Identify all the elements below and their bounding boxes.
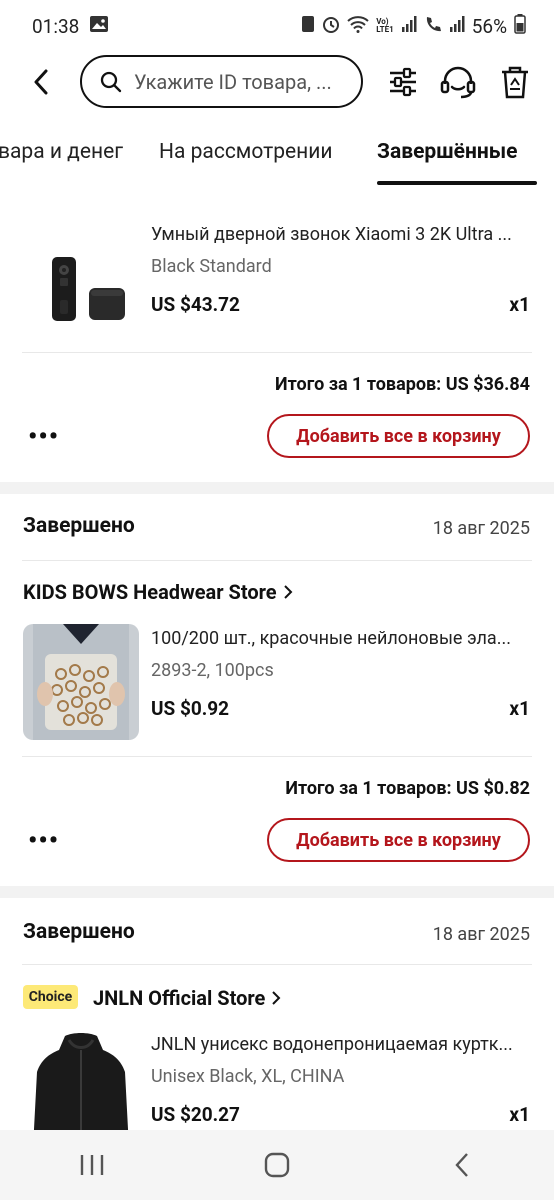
order-status: Завершено	[23, 920, 135, 944]
divider	[22, 352, 532, 353]
product-thumbnail[interactable]	[23, 1032, 139, 1130]
status-time: 01:38	[32, 14, 80, 38]
order-card: Завершено 18 авг 2025 KIDS BOWS Headwear…	[0, 494, 554, 886]
system-navigation-bar	[0, 1130, 554, 1200]
search-input[interactable]: Укажите ID товара, ...	[80, 55, 363, 108]
order-status: Завершено	[23, 514, 135, 538]
alarm-icon	[322, 15, 340, 38]
back-arrow-icon	[34, 69, 48, 95]
product-price: US $0.92	[151, 697, 230, 720]
back-chevron-icon	[455, 1153, 468, 1177]
divider	[22, 756, 532, 757]
divider	[22, 560, 532, 561]
add-all-to-cart-button[interactable]: Добавить все в корзину	[267, 414, 530, 458]
order-date: 18 авг 2025	[432, 924, 530, 945]
order-total: Итого за 1 товаров: US $0.82	[285, 778, 530, 799]
product-variant: 2893-2, 100pcs	[151, 660, 274, 681]
hair-bands-product-image	[23, 624, 139, 740]
product-variant: Black Standard	[151, 256, 272, 277]
trash-bin-icon	[502, 66, 528, 99]
recent-apps-button[interactable]	[62, 1135, 122, 1195]
tab-completed[interactable]: Завершённые	[377, 140, 517, 164]
volte-icon: Vo) LTE1	[376, 17, 394, 34]
battery-icon	[514, 13, 526, 39]
filter-button[interactable]	[385, 64, 421, 100]
choice-badge: Choice	[23, 985, 78, 1009]
headset-support-icon	[440, 66, 476, 99]
wifi-icon	[347, 15, 369, 38]
tab-refunds[interactable]: вара и денег	[0, 140, 123, 164]
jacket-product-image	[23, 1032, 139, 1130]
signal-2-icon	[449, 15, 465, 38]
support-button[interactable]	[440, 64, 476, 100]
order-total: Итого за 1 товаров: US $36.84	[275, 374, 530, 395]
store-name: JNLN Official Store	[93, 986, 266, 1010]
order-tabs: вара и денег На рассмотрении Завершённые	[0, 130, 554, 186]
card-separator	[0, 886, 554, 898]
header: Укажите ID товара, ...	[0, 54, 554, 110]
product-price: US $43.72	[151, 293, 240, 316]
chevron-right-icon	[272, 991, 281, 1005]
product-quantity: x1	[509, 697, 530, 720]
doorbell-product-image	[23, 210, 139, 326]
divider	[22, 964, 532, 965]
home-button[interactable]	[247, 1135, 307, 1195]
store-link[interactable]: KIDS BOWS Headwear Store	[23, 580, 293, 604]
product-quantity: x1	[509, 293, 530, 316]
product-title[interactable]: JNLN унисекс водонепроницаемая куртк...	[151, 1034, 531, 1055]
search-placeholder: Укажите ID товара, ...	[134, 69, 332, 94]
recycle-bin-button[interactable]	[497, 64, 533, 100]
gallery-notification-icon	[89, 15, 109, 38]
product-thumbnail[interactable]	[23, 210, 139, 326]
call-icon	[424, 15, 442, 38]
search-icon	[100, 71, 122, 92]
product-quantity: x1	[509, 1103, 530, 1126]
sync-icon	[301, 15, 315, 38]
product-title[interactable]: Умный дверной звонок Xiaomi 3 2K Ultra .…	[151, 224, 531, 245]
more-options-button[interactable]: •••	[28, 826, 59, 856]
system-back-button[interactable]	[432, 1135, 492, 1195]
order-date: 18 авг 2025	[432, 518, 530, 539]
home-icon	[264, 1152, 290, 1178]
order-card: Завершено 18 авг 2025 Choice JNLN Offici…	[0, 898, 554, 1130]
store-name: KIDS BOWS Headwear Store	[23, 580, 277, 604]
product-price: US $20.27	[151, 1103, 240, 1126]
tab-under-review[interactable]: На рассмотрении	[159, 140, 333, 164]
product-thumbnail[interactable]	[23, 624, 139, 740]
status-bar: 01:38 Vo) LTE1 56%	[0, 0, 554, 52]
order-card: Умный дверной звонок Xiaomi 3 2K Ultra .…	[0, 200, 554, 482]
chevron-right-icon	[283, 585, 293, 599]
product-variant: Unisex Black, XL, CHINA	[151, 1066, 345, 1087]
card-separator	[0, 482, 554, 494]
recent-apps-icon	[81, 1155, 104, 1175]
battery-percent: 56%	[471, 14, 507, 38]
back-button[interactable]	[26, 64, 56, 100]
filter-sliders-icon	[390, 67, 416, 97]
add-all-to-cart-button[interactable]: Добавить все в корзину	[267, 818, 530, 862]
more-options-button[interactable]: •••	[28, 422, 59, 452]
signal-icon	[401, 15, 417, 38]
store-link[interactable]: JNLN Official Store	[93, 986, 281, 1010]
product-title[interactable]: 100/200 шт., красочные нейлоновые эла...	[151, 628, 531, 649]
active-tab-indicator	[377, 181, 537, 185]
